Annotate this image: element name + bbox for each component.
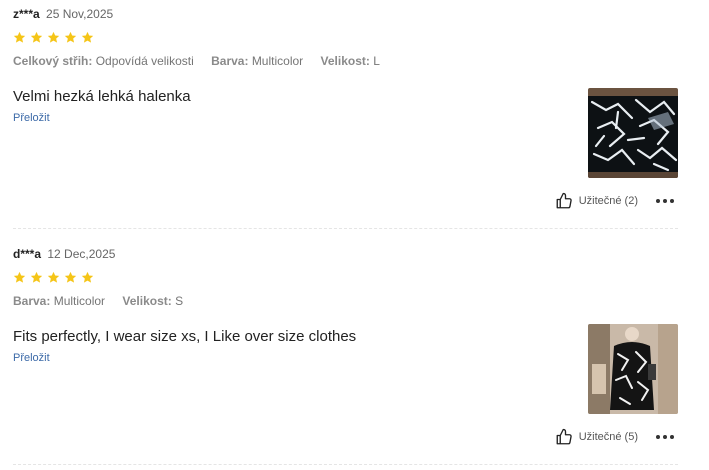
translate-link[interactable]: Přeložit [13, 352, 50, 364]
reviewer-name: d***a [13, 247, 42, 261]
review-actions: Užitečné (2) [555, 192, 674, 210]
star-rating [13, 31, 678, 47]
thumbs-up-icon [556, 428, 572, 445]
reviewer-name: z***a [13, 7, 40, 21]
review-meta: d***a 12 Dec,2025 [13, 246, 678, 262]
reviews-list: z***a 25 Nov,2025 Celkový střih: Odpovíd… [0, 0, 709, 470]
review-date: 25 Nov,2025 [46, 7, 114, 21]
dot [656, 199, 660, 203]
review-photo-image [588, 88, 678, 178]
star-icon [81, 31, 94, 43]
dot [663, 435, 667, 439]
star-icon [64, 271, 77, 283]
product-attributes: Celkový střih: Odpovídá velikosti Barva:… [13, 53, 678, 69]
dot [670, 199, 674, 203]
star-icon [47, 31, 60, 43]
star-icon [30, 271, 43, 283]
review-text: Fits perfectly, I wear size xs, I Like o… [13, 328, 357, 345]
attribute-key: Velikost: [122, 294, 172, 308]
attribute-fit: Celkový střih: Odpovídá velikosti [13, 54, 194, 68]
review-text: Velmi hezká lehká halenka [13, 88, 191, 105]
review-actions: Užitečné (5) [555, 428, 674, 446]
review-photo-image [588, 324, 678, 414]
attribute-value: Multicolor [251, 54, 304, 68]
star-icon [81, 271, 94, 283]
divider [13, 464, 678, 465]
star-icon [64, 31, 77, 43]
attribute-color: Barva: Multicolor [211, 54, 303, 68]
attribute-value: L [373, 54, 380, 68]
review-date: 12 Dec,2025 [47, 247, 116, 261]
attribute-size: Velikost: S [122, 294, 183, 308]
attribute-color: Barva: Multicolor [13, 294, 105, 308]
star-icon [13, 31, 26, 43]
attribute-value: Multicolor [53, 294, 106, 308]
review-meta: z***a 25 Nov,2025 [13, 6, 678, 22]
review-photo[interactable] [588, 324, 678, 414]
helpful-label: Užitečné (2) [578, 195, 638, 207]
helpful-button[interactable]: Užitečné (2) [555, 192, 638, 210]
helpful-button[interactable]: Užitečné (5) [555, 428, 638, 446]
product-attributes: Barva: Multicolor Velikost: S [13, 293, 678, 309]
attribute-value: S [175, 294, 184, 308]
translate-link[interactable]: Přeložit [13, 112, 50, 124]
dot [663, 199, 667, 203]
divider [13, 228, 678, 229]
star-icon [47, 271, 60, 283]
dot [670, 435, 674, 439]
thumbs-up-icon [556, 192, 572, 209]
attribute-value: Odpovídá velikosti [95, 54, 194, 68]
more-options-icon[interactable] [656, 197, 674, 205]
attribute-key: Velikost: [320, 54, 370, 68]
star-icon [13, 271, 26, 283]
attribute-size: Velikost: L [321, 54, 380, 68]
review-item: d***a 12 Dec,2025 Barva: Multicolor Veli… [13, 246, 678, 445]
more-options-icon[interactable] [656, 433, 674, 441]
helpful-label: Užitečné (5) [578, 431, 638, 443]
dot [656, 435, 660, 439]
attribute-key: Celkový střih: [13, 54, 93, 68]
attribute-key: Barva: [211, 54, 249, 68]
review-photo[interactable] [588, 88, 678, 178]
star-rating [13, 271, 678, 287]
star-icon [30, 31, 43, 43]
attribute-key: Barva: [13, 294, 51, 308]
review-item: z***a 25 Nov,2025 Celkový střih: Odpovíd… [13, 6, 678, 209]
